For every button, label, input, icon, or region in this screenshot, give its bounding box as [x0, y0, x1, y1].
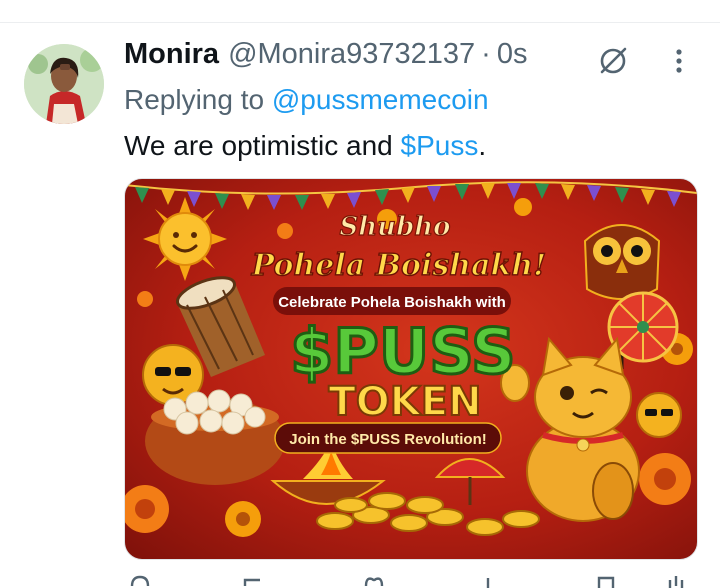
subtitle-text: Celebrate Pohela Boishakh with — [278, 294, 506, 311]
share-icon[interactable] — [664, 574, 688, 588]
reply-icon[interactable] — [128, 574, 152, 588]
sunglasses-emoji-right — [636, 392, 682, 438]
token-word: TOKEN — [328, 379, 481, 425]
media-illustration: Shubho Pohela Boishakh! Celebrate Pohela… — [125, 181, 697, 537]
umbrella-illustration — [434, 458, 506, 505]
repost-icon[interactable] — [242, 574, 266, 588]
bookmark-icon[interactable] — [594, 574, 618, 588]
reply-mention-link[interactable]: @pussmemecoin — [272, 84, 489, 115]
header-separator: · — [481, 38, 491, 70]
tweet-action-bar — [124, 574, 696, 588]
more-vertical-icon[interactable] — [667, 44, 691, 78]
timestamp[interactable]: 0s — [497, 38, 528, 71]
avatar-image — [24, 44, 104, 124]
replying-prefix: Replying to — [124, 84, 272, 115]
tweet-media-image[interactable]: Shubho Pohela Boishakh! Celebrate Pohela… — [124, 178, 698, 560]
gold-coins — [316, 492, 540, 536]
token-name: $PUSS — [290, 315, 515, 388]
bunting-decoration — [125, 181, 697, 210]
cashtag-link[interactable]: $Puss — [401, 130, 479, 161]
avatar[interactable] — [24, 44, 104, 124]
grok-icon[interactable] — [596, 44, 630, 78]
sweets-pot-illustration — [145, 389, 285, 485]
views-icon[interactable] — [476, 574, 500, 588]
tweet-text-before: We are optimistic and — [124, 130, 401, 161]
greeting-line-1: Shubho — [339, 212, 450, 242]
top-divider — [0, 22, 720, 23]
tweet-text-after: . — [478, 130, 487, 161]
display-name[interactable]: Monira — [124, 38, 219, 71]
lucky-cat-illustration — [500, 336, 640, 522]
cta-text: Join the $PUSS Revolution! — [289, 431, 487, 448]
user-handle[interactable]: @Monira93732137 — [228, 38, 475, 71]
greeting-line-2: Pohela Boishakh! — [251, 248, 547, 283]
tweet-text: We are optimistic and $Puss. — [124, 130, 486, 162]
tweet-header: Monira @Monira93732137 · 0s — [124, 38, 527, 78]
replying-to: Replying to @pussmemecoin — [124, 84, 489, 116]
like-icon[interactable] — [362, 574, 386, 588]
sun-illustration — [143, 197, 227, 281]
